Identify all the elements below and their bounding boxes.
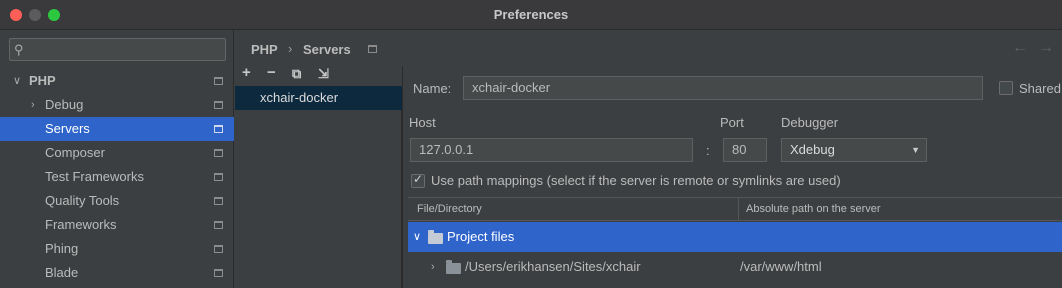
shared-label: Shared xyxy=(1019,81,1061,96)
sidebar-item-blade[interactable]: Blade xyxy=(0,261,234,285)
column-header-file-directory[interactable]: File/Directory xyxy=(417,203,482,215)
project-settings-icon xyxy=(214,221,223,229)
breadcrumb-parent[interactable]: PHP xyxy=(251,42,278,57)
project-settings-icon xyxy=(214,173,223,181)
sidebar-item-test-frameworks[interactable]: Test Frameworks xyxy=(0,165,234,189)
sidebar-item-label: Blade xyxy=(45,265,79,280)
settings-sidebar: ⚲ ∨ PHP › Debug Servers Composer Test Fr… xyxy=(0,30,234,288)
search-icon: ⚲ xyxy=(14,42,24,57)
chevron-right-icon[interactable]: › xyxy=(31,93,35,117)
folder-icon xyxy=(428,230,443,244)
forward-arrow-icon[interactable]: → xyxy=(1038,39,1054,57)
panel-divider xyxy=(402,66,403,288)
table-cell-file: Project files xyxy=(447,229,515,244)
port-label: Port xyxy=(720,115,744,130)
sidebar-item-debug[interactable]: › Debug xyxy=(0,93,234,117)
project-settings-icon xyxy=(214,197,223,205)
project-settings-icon xyxy=(214,77,223,85)
table-header: File/Directory Absolute path on the serv… xyxy=(408,197,1062,221)
sidebar-item-label: Composer xyxy=(45,145,105,160)
debugger-select[interactable]: Xdebug ▼ xyxy=(781,138,927,162)
column-header-server-path[interactable]: Absolute path on the server xyxy=(746,203,881,215)
path-mappings-table: File/Directory Absolute path on the serv… xyxy=(408,197,1062,288)
host-field[interactable]: 127.0.0.1 xyxy=(410,138,693,162)
breadcrumb-current: Servers xyxy=(303,42,351,57)
host-label: Host xyxy=(409,115,436,130)
table-row[interactable]: ∨ Project files xyxy=(408,222,1062,252)
table-cell-server-path[interactable]: /var/www/html xyxy=(740,252,822,282)
project-settings-icon xyxy=(368,45,377,53)
sidebar-item-php[interactable]: ∨ PHP xyxy=(0,69,234,93)
port-field[interactable]: 80 xyxy=(723,138,767,162)
project-settings-icon xyxy=(214,269,223,277)
checkmark-icon: ✓ xyxy=(413,172,424,186)
project-settings-icon xyxy=(214,245,223,253)
settings-search-input[interactable]: ⚲ xyxy=(9,38,226,61)
column-divider[interactable] xyxy=(738,198,739,221)
sidebar-item-label: Frameworks xyxy=(45,217,117,232)
use-path-mappings-label: Use path mappings (select if the server … xyxy=(431,173,841,188)
name-label: Name: xyxy=(413,81,452,96)
debugger-label: Debugger xyxy=(781,115,839,130)
copy-server-button[interactable]: ⧉ xyxy=(292,66,301,82)
server-list-item[interactable]: xchair-docker xyxy=(235,86,402,110)
back-arrow-icon[interactable]: ← xyxy=(1012,39,1028,57)
chevron-down-icon[interactable]: ∨ xyxy=(13,69,21,93)
name-field[interactable]: xchair-docker xyxy=(463,76,983,100)
title-bar: Preferences xyxy=(0,0,1062,30)
shared-checkbox[interactable] xyxy=(999,81,1013,95)
table-cell-file: /Users/erikhansen/Sites/xchair xyxy=(465,259,641,274)
sidebar-item-label: Test Frameworks xyxy=(45,169,144,184)
folder-icon xyxy=(446,260,461,274)
table-row[interactable]: › /Users/erikhansen/Sites/xchair /var/ww… xyxy=(408,252,1062,282)
add-server-button[interactable]: + xyxy=(242,64,251,81)
sidebar-item-label: Phing xyxy=(45,241,79,256)
sidebar-item-label: Quality Tools xyxy=(45,193,120,208)
remove-server-button[interactable]: − xyxy=(267,64,276,81)
breadcrumb-separator: › xyxy=(288,41,293,56)
sidebar-item-frameworks[interactable]: Frameworks xyxy=(0,213,234,237)
sidebar-item-label: Debug xyxy=(45,97,84,112)
chevron-down-icon[interactable]: ∨ xyxy=(413,222,421,252)
chevron-right-icon[interactable]: › xyxy=(431,252,435,282)
sidebar-item-label: PHP xyxy=(29,73,56,88)
import-server-button[interactable]: ⇲ xyxy=(318,66,329,82)
sidebar-item-label: Servers xyxy=(45,121,90,136)
host-port-separator: : xyxy=(706,143,710,158)
project-settings-icon xyxy=(214,125,223,133)
sidebar-item-quality-tools[interactable]: Quality Tools xyxy=(0,189,234,213)
window-title: Preferences xyxy=(493,7,569,22)
use-path-mappings-checkbox[interactable]: ✓ xyxy=(411,172,425,188)
sidebar-item-phing[interactable]: Phing xyxy=(0,237,234,261)
dropdown-arrow-icon: ▼ xyxy=(911,145,920,155)
project-settings-icon xyxy=(214,149,223,157)
project-settings-icon xyxy=(214,101,223,109)
server-list: xchair-docker xyxy=(235,86,402,288)
sidebar-item-composer[interactable]: Composer xyxy=(0,141,234,165)
sidebar-item-servers[interactable]: Servers xyxy=(0,117,234,141)
debugger-selected-value: Xdebug xyxy=(790,142,835,157)
